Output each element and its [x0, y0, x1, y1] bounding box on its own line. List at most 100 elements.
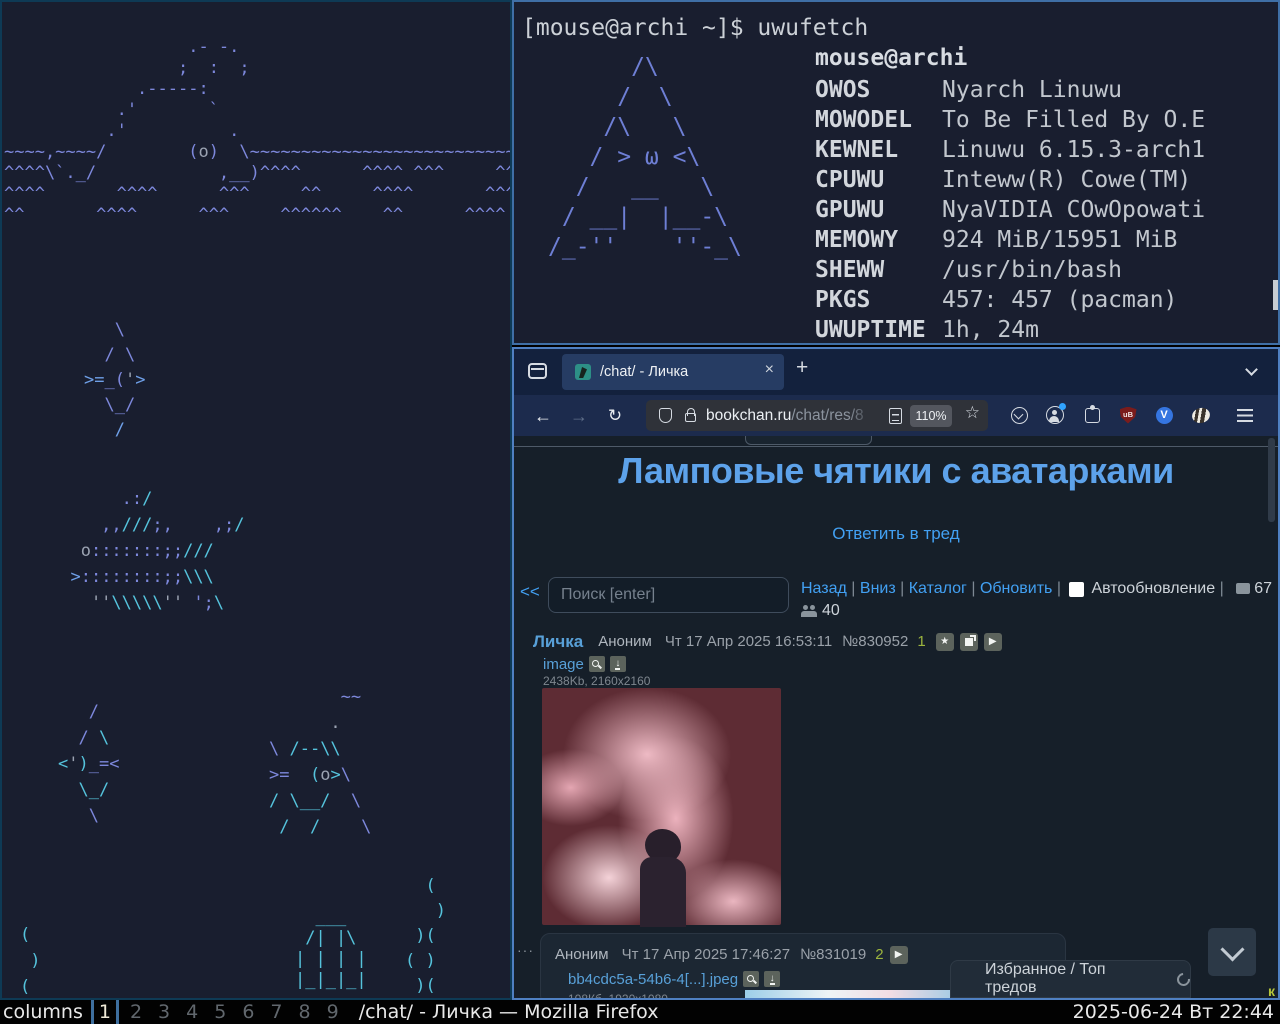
big-fish-left: .:/ ,,///;, ,;/ o:::::::;;/// >::::::::;… [50, 486, 245, 616]
firefox-window: /chat/ - Личка × + ← → ↻ bookchan.ru/cha… [512, 347, 1280, 1000]
file-download-button[interactable]: ↓ [764, 971, 780, 987]
posts-count-icon [1236, 583, 1250, 594]
terminal-uwufetch[interactable]: [mouse@archi ~]$ uwufetch /\ / \ /\ \ / … [512, 0, 1280, 345]
online-counter: 40 [801, 602, 840, 620]
autoupdate-label: Автообновление [1091, 580, 1215, 598]
terminal-scrollbar-thumb[interactable] [1273, 280, 1278, 310]
clock: 2025-06-24 Вт 22:44 [1073, 1001, 1274, 1023]
terminal-asciiquarium[interactable]: .- -. ; : ; .-----: .' ` .' . ~~~~,~~~~/… [0, 0, 512, 1000]
tab-title: /chat/ - Личка [600, 364, 688, 380]
expand-post-button[interactable]: ▶ [890, 946, 908, 964]
search-input[interactable] [548, 577, 789, 613]
zoom-level-badge[interactable]: 110% [910, 405, 952, 427]
list-all-tabs-icon[interactable] [1245, 363, 1258, 376]
bookmark-star-icon[interactable]: ☆ [965, 403, 980, 423]
workspace-tag-5[interactable]: 5 [206, 1000, 234, 1024]
url-domain: bookchan.ru [706, 407, 791, 424]
workspace-tag-9[interactable]: 9 [319, 1000, 347, 1024]
file-link[interactable]: image [543, 656, 584, 673]
download-icon: ↓ [615, 659, 620, 670]
post-number[interactable]: №830952 [842, 633, 908, 650]
url-text[interactable]: bookchan.ru/chat/res/8 [706, 400, 874, 431]
tab-close-icon[interactable]: × [765, 361, 774, 379]
ublock-shield-icon: uB [1120, 407, 1137, 424]
reply-to-thread-link[interactable]: Ответить в тред [514, 524, 1278, 544]
file-link[interactable]: bb4cdc5a-54b6-4[...].jpeg [568, 971, 738, 988]
file-download-button[interactable]: ↓ [610, 656, 626, 672]
lock-icon[interactable] [685, 413, 696, 422]
post-datetime: Чт 17 Апр 2025 17:46:27 [622, 946, 790, 963]
post-author: Аноним [555, 946, 609, 963]
workspace-tag-4[interactable]: 4 [178, 1000, 206, 1024]
uwufetch-info-row: MEMOWY924 MiB/15951 MiB [815, 225, 1205, 255]
thread-nav-link-3[interactable]: Каталог [909, 580, 967, 597]
autoupdate-checkbox[interactable] [1069, 582, 1084, 597]
online-count: 40 [822, 602, 840, 620]
ublock-extension-button[interactable]: uB [1116, 403, 1140, 427]
firefox-view-icon[interactable] [528, 363, 547, 379]
file-search-button[interactable] [743, 971, 759, 987]
expand-post-button[interactable]: ▶ [984, 633, 1002, 651]
refresh-icon[interactable] [1174, 970, 1192, 988]
thread-nav-link-1[interactable]: Назад [801, 580, 847, 597]
uwufetch-info-row: PKGS457: 457 (pacman) [815, 285, 1205, 315]
favorite-post-button[interactable]: ★ [936, 633, 954, 651]
small-fish-right: \ / \ >=_('> \_/ / [84, 318, 145, 443]
workspace-tag-3[interactable]: 3 [150, 1000, 178, 1024]
post-reply-count: 2 [875, 946, 883, 963]
popup-post-button[interactable] [960, 633, 978, 651]
menu-button[interactable] [1233, 403, 1257, 427]
thread-controls: Назад | Вниз | Каталог | Обновить | Авто… [801, 579, 1278, 599]
magnifier-icon [747, 975, 754, 982]
account-button[interactable] [1043, 403, 1067, 427]
pages-back-link[interactable]: << [520, 582, 540, 602]
status-bar: columns 123456789 /chat/ - Личка — Mozil… [0, 1000, 1280, 1024]
seaweed-right: ( ) )( ( ) )( [405, 874, 446, 999]
tracking-protection-icon[interactable] [659, 408, 672, 423]
file-info: 2438Kb, 2160x2160 [543, 674, 650, 688]
forward-button[interactable]: → [566, 403, 592, 429]
workspace-tag-7[interactable]: 7 [262, 1000, 290, 1024]
pocket-button[interactable] [1007, 403, 1031, 427]
reply-file-row: bb4cdc5a-54b6-4[...].jpeg ↓ [568, 971, 780, 987]
post-reply-count: 1 [917, 633, 925, 650]
shell-prompt: [mouse@archi ~]$ uwufetch [522, 15, 868, 41]
url-bar[interactable]: bookchan.ru/chat/res/8 110% ☆ [646, 400, 988, 431]
workspace-tag-2[interactable]: 2 [122, 1000, 150, 1024]
workspace-tag-1[interactable]: 1 [91, 1000, 119, 1024]
thread-title: Ламповые чятики с аватарками [514, 450, 1278, 492]
users-icon [801, 605, 817, 617]
uwufetch-user-host: mouse@archi [815, 45, 967, 71]
hamburger-icon [1237, 409, 1253, 422]
back-button[interactable]: ← [530, 403, 556, 429]
vpn-extension-button[interactable]: V [1152, 403, 1176, 427]
post-image-thumbnail[interactable] [542, 688, 781, 925]
post-datetime: Чт 17 Апр 2025 16:53:11 [665, 633, 832, 650]
reload-button[interactable]: ↻ [602, 403, 628, 429]
fish-right: ~~ . \ /--\\ >= (o>\ / \__/ \ / / \ [269, 684, 371, 840]
posting-form-partial[interactable] [745, 436, 872, 445]
file-search-button[interactable] [589, 656, 605, 672]
new-tab-button[interactable]: + [796, 356, 808, 380]
board-link[interactable]: Личка [533, 632, 583, 652]
favorites-panel[interactable]: Избранное / Топ тредов [950, 960, 1191, 998]
uwufetch-info-row: CPUWUInteww(R) Cowe(TM) [815, 165, 1205, 195]
scroll-to-bottom-button[interactable] [1208, 928, 1256, 976]
extensions-button[interactable] [1080, 403, 1104, 427]
privacy-badger-button[interactable] [1189, 403, 1213, 427]
page-scrollbar-thumb[interactable] [1268, 438, 1275, 522]
workspace-tag-6[interactable]: 6 [234, 1000, 262, 1024]
layout-indicator[interactable]: columns [3, 1001, 83, 1023]
workspace-tag-8[interactable]: 8 [291, 1000, 319, 1024]
silhouette-figure [632, 829, 694, 925]
fish-left: / / \ <')_=< \_/ \ [58, 699, 119, 829]
tab-chat[interactable]: /chat/ - Личка × [562, 354, 784, 390]
file-info: 108Кб, 1920x1080 [568, 992, 668, 998]
favorites-label: Избранное / Топ тредов [985, 961, 1161, 997]
reader-mode-icon[interactable] [889, 408, 902, 424]
thread-nav-link-2[interactable]: Вниз [860, 580, 896, 597]
post-number[interactable]: №831019 [800, 946, 866, 963]
reply-post-header: Аноним Чт 17 Апр 2025 17:46:27 №831019 2… [555, 945, 908, 964]
uwufetch-info-row: GPUWUNyaVIDIA COwOpowati [815, 195, 1205, 225]
thread-nav-link-4[interactable]: Обновить [980, 580, 1052, 597]
